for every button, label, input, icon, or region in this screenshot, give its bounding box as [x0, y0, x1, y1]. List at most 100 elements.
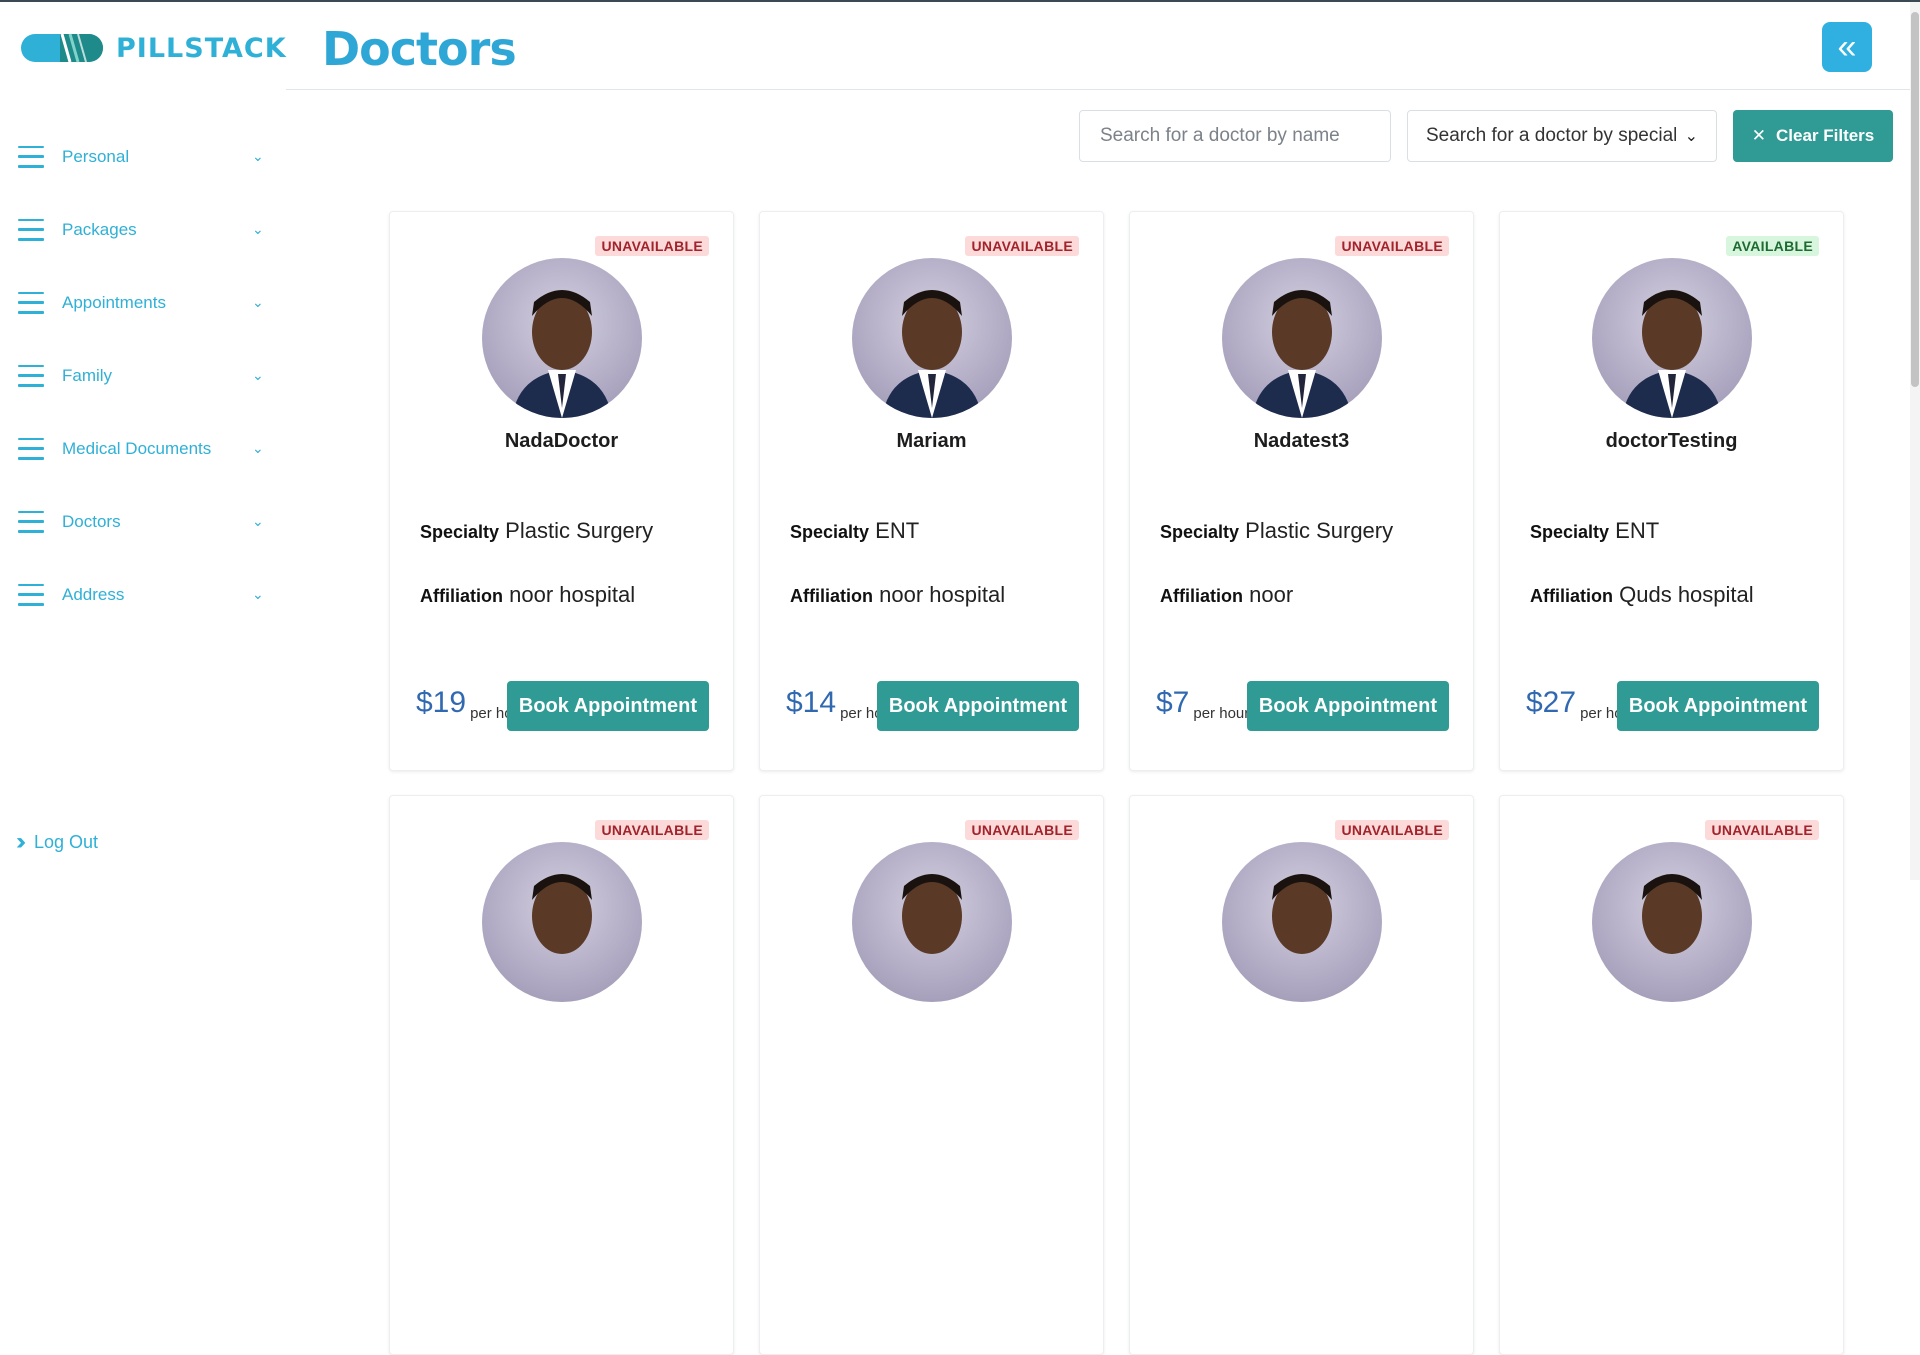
sidebar-item-label: Doctors — [62, 511, 121, 531]
specialty-label: Specialty — [790, 522, 870, 542]
affiliation-label: Affiliation — [420, 586, 503, 606]
book-appointment-button[interactable]: Book Appointment — [1246, 681, 1449, 731]
chevron-down-icon: ⌄ — [252, 148, 264, 164]
specialty-row: Specialty Plastic Surgery — [1160, 518, 1393, 544]
sidebar-nav: Personal ⌄ Packages ⌄ Appointments ⌄ Fam… — [0, 120, 286, 631]
doctor-card: UNAVAILABLE NadaDoctor Specialty Plastic… — [389, 211, 734, 771]
app-name: PILLSTACK — [116, 32, 287, 64]
sidebar-item-address[interactable]: Address ⌄ — [0, 558, 286, 631]
sidebar-item-label: Personal — [62, 146, 130, 166]
affiliation-label: Affiliation — [790, 586, 873, 606]
menu-icon — [18, 364, 44, 387]
specialty-label: Specialty — [1530, 522, 1610, 542]
status-badge: UNAVAILABLE — [1335, 820, 1449, 840]
sidebar-item-family[interactable]: Family ⌄ — [0, 339, 286, 412]
status-badge: UNAVAILABLE — [595, 236, 709, 256]
status-badge: UNAVAILABLE — [1335, 236, 1449, 256]
doctor-name: Nadatest3 — [1253, 430, 1350, 452]
search-name-input[interactable] — [1079, 110, 1391, 162]
clear-filters-button[interactable]: ✕ Clear Filters — [1733, 110, 1893, 162]
doctor-name: doctorTesting — [1605, 430, 1738, 452]
doctor-card: AVAILABLE doctorTesting Specialty ENT Af… — [1499, 211, 1844, 771]
doctor-avatar — [1592, 842, 1752, 1002]
specialty-value: Plastic Surgery — [1245, 518, 1394, 543]
logout-label: Log Out — [33, 831, 99, 852]
close-icon: ✕ — [1751, 126, 1766, 145]
menu-icon — [18, 145, 44, 168]
pill-logo-icon — [21, 33, 103, 63]
specialty-row: Specialty ENT — [790, 518, 919, 544]
affiliation-row: Affiliation noor hospital — [420, 582, 635, 608]
per-hour-label: per hour — [1193, 705, 1250, 722]
chevron-down-icon: ⌄ — [252, 221, 264, 237]
sidebar-item-label: Address — [62, 584, 125, 604]
page-title: Doctors — [322, 22, 517, 76]
logout-button[interactable]: ›› Log Out — [16, 828, 98, 856]
doctor-avatar — [1592, 258, 1752, 418]
doctor-avatar — [1222, 258, 1382, 418]
specialty-value: ENT — [1615, 518, 1660, 543]
doctor-name: NadaDoctor — [504, 430, 619, 452]
sidebar-item-medical-documents[interactable]: Medical Documents ⌄ — [0, 412, 286, 485]
doctor-card: UNAVAILABLE — [1499, 795, 1844, 1355]
sidebar-item-label: Packages — [62, 219, 137, 239]
price-value: $7 — [1156, 686, 1190, 719]
affiliation-label: Affiliation — [1530, 586, 1613, 606]
sidebar-item-label: Appointments — [62, 292, 166, 312]
clear-filters-label: Clear Filters — [1775, 126, 1875, 145]
price: $7 per hour — [1156, 686, 1250, 722]
specialty-label: Specialty — [420, 522, 500, 542]
affiliation-value: noor — [1249, 582, 1294, 607]
collapse-sidebar-button[interactable]: « — [1822, 22, 1872, 72]
app-logo[interactable]: PILLSTACK — [20, 30, 287, 66]
menu-icon — [18, 510, 44, 533]
status-badge: UNAVAILABLE — [965, 820, 1079, 840]
double-chevron-left-icon: « — [1837, 27, 1857, 66]
price-value: $14 — [786, 686, 837, 719]
affiliation-value: Quds hospital — [1619, 582, 1754, 607]
doctor-avatar — [482, 842, 642, 1002]
doctor-card: UNAVAILABLE — [389, 795, 734, 1355]
affiliation-row: Affiliation Quds hospital — [1530, 582, 1754, 608]
doctor-card: UNAVAILABLE — [759, 795, 1104, 1355]
doctor-avatar — [482, 258, 642, 418]
double-chevron-right-icon: ›› — [16, 828, 26, 855]
sidebar-item-doctors[interactable]: Doctors ⌄ — [0, 485, 286, 558]
doctor-avatar — [1222, 842, 1382, 1002]
affiliation-value: noor hospital — [509, 582, 636, 607]
book-appointment-button[interactable]: Book Appointment — [1616, 681, 1819, 731]
chevron-down-icon: ⌄ — [252, 513, 264, 529]
affiliation-row: Affiliation noor hospital — [790, 582, 1005, 608]
sidebar: PILLSTACK Personal ⌄ Packages ⌄ Appointm… — [0, 2, 286, 880]
page-header: Doctors « — [286, 2, 1910, 90]
book-appointment-button[interactable]: Book Appointment — [876, 681, 1079, 731]
specialty-value: ENT — [875, 518, 920, 543]
scrollbar-thumb[interactable] — [1911, 12, 1919, 387]
scrollbar[interactable] — [1910, 2, 1920, 880]
menu-icon — [18, 291, 44, 314]
doctor-card: UNAVAILABLE Mariam Specialty ENT Affilia… — [759, 211, 1104, 771]
doctor-avatar — [852, 842, 1012, 1002]
specialty-value: Plastic Surgery — [505, 518, 654, 543]
sidebar-item-label: Medical Documents — [62, 438, 212, 458]
price-value: $27 — [1526, 686, 1577, 719]
status-badge: UNAVAILABLE — [595, 820, 709, 840]
sidebar-item-label: Family — [62, 365, 113, 385]
status-badge: UNAVAILABLE — [1705, 820, 1819, 840]
filters-bar: Search for a doctor by specialty ⌄ ✕ Cle… — [1079, 110, 1893, 162]
book-appointment-button[interactable]: Book Appointment — [506, 681, 709, 731]
chevron-down-icon: ⌄ — [1684, 128, 1698, 145]
sidebar-item-packages[interactable]: Packages ⌄ — [0, 193, 286, 266]
specialty-row: Specialty Plastic Surgery — [420, 518, 653, 544]
doctor-avatar — [852, 258, 1012, 418]
sidebar-item-appointments[interactable]: Appointments ⌄ — [0, 266, 286, 339]
menu-icon — [18, 218, 44, 241]
specialty-select[interactable]: Search for a doctor by specialty ⌄ — [1407, 110, 1717, 162]
specialty-label: Specialty — [1160, 522, 1240, 542]
chevron-down-icon: ⌄ — [252, 294, 264, 310]
sidebar-item-personal[interactable]: Personal ⌄ — [0, 120, 286, 193]
affiliation-label: Affiliation — [1160, 586, 1243, 606]
affiliation-row: Affiliation noor — [1160, 582, 1293, 608]
doctor-card: UNAVAILABLE — [1129, 795, 1474, 1355]
menu-icon — [18, 583, 44, 606]
